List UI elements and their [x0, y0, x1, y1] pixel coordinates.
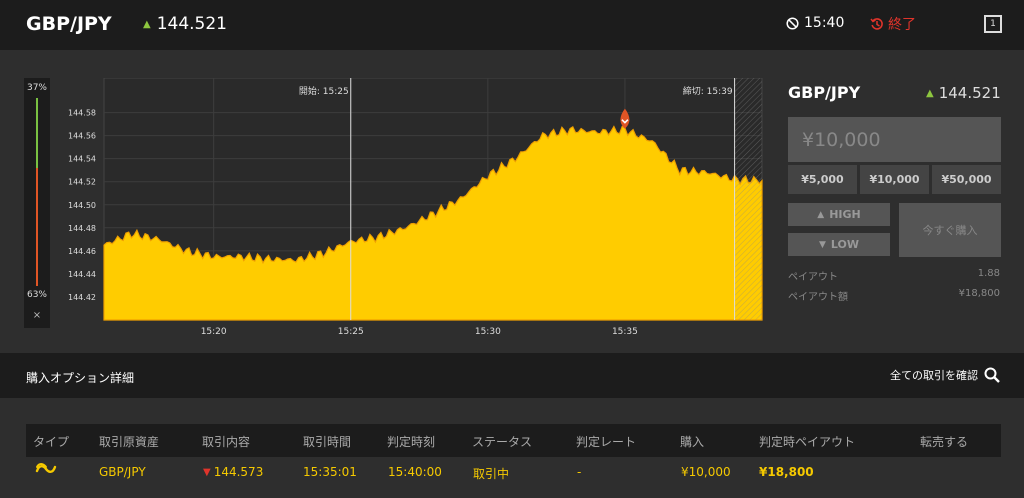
row-payout: ¥18,800	[759, 465, 814, 479]
row-trade-time: 15:35:01	[303, 465, 357, 479]
amount-input[interactable]	[788, 117, 1001, 162]
col-status: ステータス	[472, 435, 533, 449]
payout-value: 1.88	[977, 268, 1000, 279]
current-rate: ▲ 144.521	[143, 14, 227, 34]
end-label: 締切: 15:39	[683, 85, 733, 97]
y-tick-label: 144.56	[68, 132, 96, 141]
col-resell: 転売する	[920, 435, 969, 449]
col-purchase: 購入	[680, 435, 705, 449]
low-button[interactable]: ▼ LOW	[788, 233, 890, 256]
row-asset: GBP/JPY	[99, 465, 146, 479]
down-arrow-icon: ▼	[203, 466, 211, 478]
timer-value: 15:40	[804, 15, 845, 31]
table-header: タイプ 取引原資産 取引内容 取引時間 判定時刻 ステータス 判定レート 購入 …	[26, 424, 1001, 457]
high-label: HIGH	[829, 208, 861, 221]
end-button[interactable]: 終了	[870, 14, 916, 34]
row-purchase: ¥10,000	[681, 465, 731, 479]
purchase-details-header: 購入オプション詳細 全ての取引を確認	[0, 353, 1024, 398]
search-icon	[984, 367, 1000, 383]
countdown-timer: 15:40	[786, 15, 844, 31]
up-arrow-icon: ▲	[926, 87, 934, 99]
amount-5000-button[interactable]: ¥5,000	[788, 165, 857, 194]
sentiment-gauge: 37% 63% ×	[24, 78, 50, 328]
high-button[interactable]: ▲ HIGH	[788, 203, 890, 226]
col-trade-time: 取引時間	[303, 435, 352, 449]
col-judge-rate: 判定レート	[576, 435, 637, 449]
up-arrow-icon: ▲	[143, 18, 151, 30]
y-tick-label: 144.58	[68, 109, 96, 118]
x-tick-label: 15:20	[201, 327, 227, 337]
row-judge-time: 15:40:00	[388, 465, 442, 479]
col-type: タイプ	[33, 435, 70, 449]
closed-zone	[734, 78, 762, 320]
down-arrow-icon: ▼	[818, 239, 826, 250]
all-trades-link[interactable]: 全ての取引を確認	[890, 367, 1000, 383]
x-tick-label: 15:30	[475, 327, 501, 337]
col-payout: 判定時ペイアウト	[759, 435, 856, 449]
all-trades-label: 全ての取引を確認	[890, 369, 978, 382]
low-bar	[36, 168, 38, 286]
payout-amount-label: ペイアウト額	[788, 292, 848, 303]
no-entry-icon	[786, 16, 799, 30]
y-tick-label: 144.52	[68, 178, 96, 187]
asset-title: GBP/JPY	[26, 13, 112, 35]
payout-label: ペイアウト	[788, 272, 838, 283]
col-asset: 取引原資産	[99, 435, 160, 449]
amount-10000-button[interactable]: ¥10,000	[860, 165, 929, 194]
history-icon	[870, 18, 883, 30]
col-content: 取引内容	[202, 435, 251, 449]
panel-asset: GBP/JPY	[788, 83, 861, 102]
col-judge-time: 判定時刻	[387, 435, 436, 449]
y-tick-label: 144.50	[68, 201, 96, 210]
start-label: 開始: 15:25	[299, 85, 349, 97]
section-title: 購入オプション詳細	[26, 371, 135, 385]
y-tick-label: 144.44	[68, 270, 96, 279]
low-percentage: 63%	[26, 290, 47, 300]
up-arrow-icon: ▲	[817, 209, 825, 220]
row-content: ▼ 144.573	[203, 465, 263, 479]
row-content-value: 144.573	[213, 465, 264, 479]
top-bar: GBP/JPY ▲ 144.521 15:40 終了 1	[0, 0, 1024, 50]
y-tick-label: 144.46	[68, 247, 96, 256]
high-low-type-icon	[35, 463, 57, 473]
current-rate-value: 144.521	[156, 14, 228, 34]
buy-now-button[interactable]: 今すぐ購入	[899, 203, 1001, 257]
window-count-icon[interactable]: 1	[984, 15, 1002, 33]
high-percentage: 37%	[26, 83, 47, 93]
amount-50000-button[interactable]: ¥50,000	[932, 165, 1001, 194]
gauge-close-button[interactable]: ×	[24, 310, 50, 321]
row-status: 取引中	[473, 467, 510, 481]
panel-rate-value: 144.521	[938, 84, 1001, 102]
y-tick-label: 144.48	[68, 224, 96, 233]
y-tick-label: 144.42	[68, 293, 96, 302]
x-tick-label: 15:25	[338, 327, 364, 337]
price-chart: 15:20 15:25 15:30 15:35 144.58 144.56 144.54 14…	[68, 78, 763, 337]
high-bar	[36, 98, 38, 168]
x-tick-label: 15:35	[612, 327, 638, 337]
row-judge-rate: -	[577, 465, 582, 479]
y-tick-label: 144.54	[68, 155, 96, 164]
panel-rate: ▲ 144.521	[926, 84, 1001, 102]
end-label: 終了	[888, 17, 916, 33]
low-label: LOW	[830, 238, 860, 251]
payout-amount-value: ¥18,800	[958, 288, 1000, 299]
